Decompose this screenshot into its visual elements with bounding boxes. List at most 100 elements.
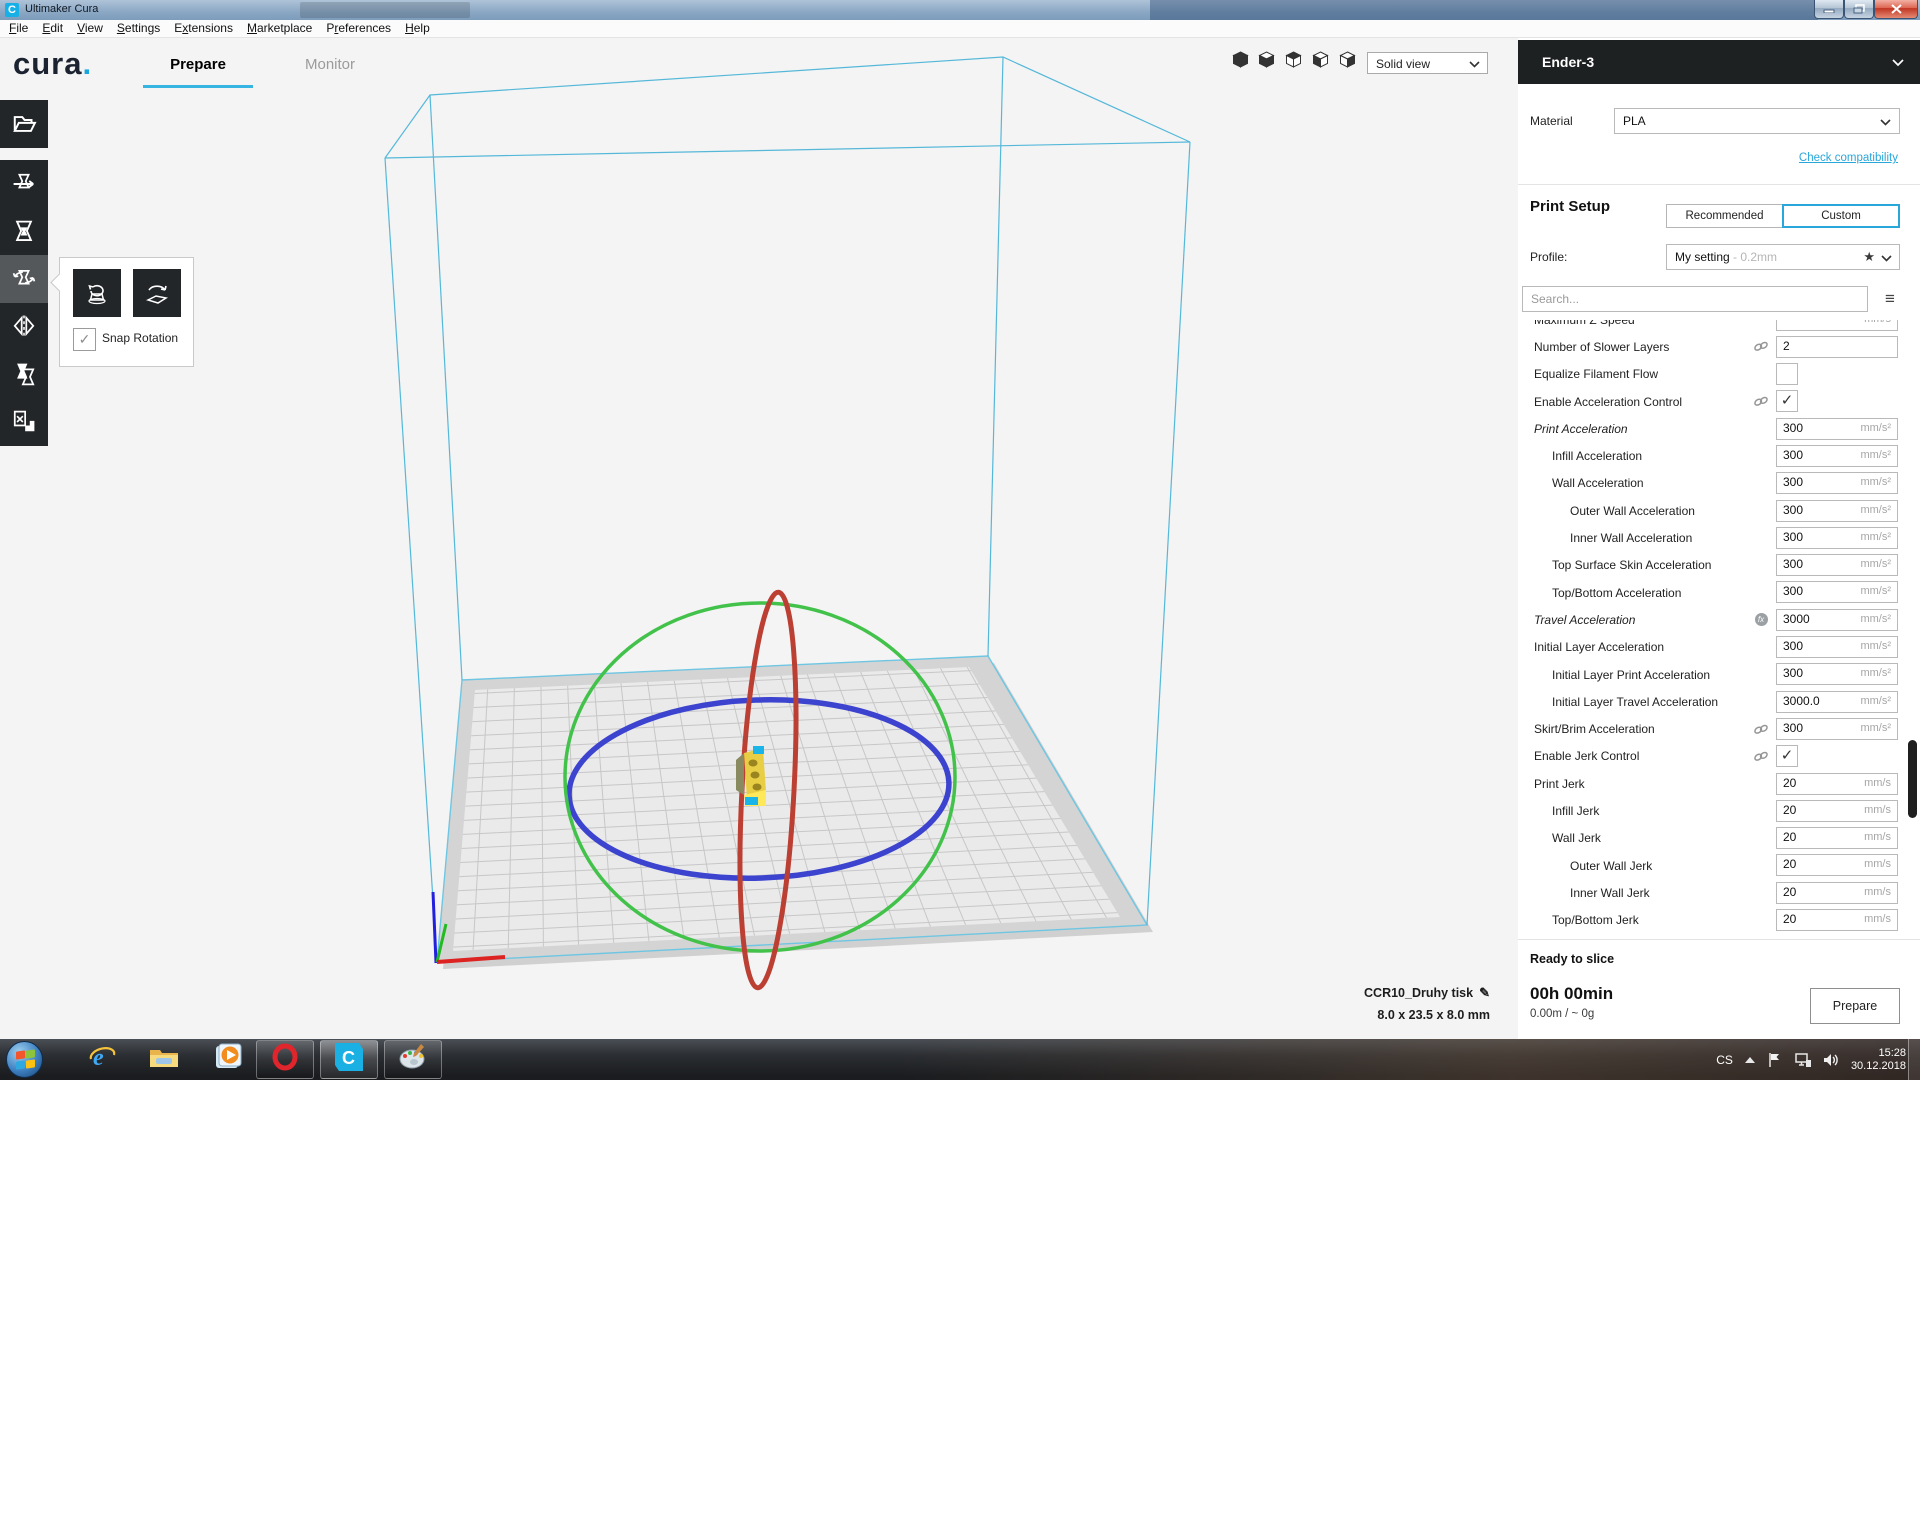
menu-item-preferences[interactable]: Preferences (319, 20, 398, 38)
minimize-button[interactable] (1814, 0, 1844, 19)
setting-unit: mm/s² (1860, 722, 1891, 734)
settings-menu-icon[interactable]: ≡ (1878, 286, 1902, 312)
profile-dropdown[interactable]: My setting - 0.2mm ★ (1666, 244, 1900, 270)
support-blocker-tool-button[interactable] (0, 398, 48, 446)
setting-value-input[interactable]: 300mm/s² (1776, 472, 1898, 494)
setting-value: 3000.0 (1783, 694, 1820, 708)
network-icon[interactable] (1794, 1052, 1812, 1068)
linked-settings-icon[interactable] (1751, 333, 1771, 360)
mirror-tool-button[interactable] (0, 303, 48, 351)
setting-value-input[interactable]: 300mm/s² (1776, 663, 1898, 685)
action-center-flag-icon[interactable] (1767, 1052, 1783, 1068)
linked-settings-icon[interactable] (1751, 743, 1771, 770)
linked-settings-icon[interactable] (1751, 715, 1771, 742)
setting-value-input[interactable]: 300mm/s² (1776, 636, 1898, 658)
edit-name-pencil-icon[interactable]: ✎ (1479, 985, 1490, 1000)
setting-checkbox[interactable]: ✓ (1776, 745, 1798, 767)
printer-selector[interactable]: Ender-3 (1518, 40, 1920, 84)
setting-value-input[interactable]: 20mm/s (1776, 773, 1898, 795)
menu-item-extensions[interactable]: Extensions (167, 20, 240, 38)
recommended-mode-button[interactable]: Recommended (1666, 204, 1783, 228)
menu-item-view[interactable]: View (70, 20, 110, 38)
setting-checkbox[interactable] (1776, 363, 1798, 385)
lay-flat-button[interactable] (133, 269, 181, 317)
taskbar-internet-explorer-button[interactable]: e (84, 1042, 120, 1077)
setting-value-input[interactable]: 300mm/s² (1776, 581, 1898, 603)
view-left-icon[interactable] (1312, 51, 1329, 68)
start-button[interactable] (6, 1041, 43, 1078)
function-value-icon[interactable]: fx (1751, 606, 1771, 633)
maximize-button[interactable] (1844, 0, 1874, 19)
taskbar-media-player-button[interactable] (210, 1042, 246, 1077)
setting-checkbox[interactable]: ✓ (1776, 390, 1798, 412)
show-hidden-icons-arrow[interactable] (1744, 1056, 1756, 1064)
chevron-down-icon (1880, 119, 1891, 126)
open-file-button[interactable] (0, 100, 48, 148)
view-right-icon[interactable] (1339, 51, 1356, 68)
setting-value-input[interactable]: 20mm/s (1776, 800, 1898, 822)
setting-value-input[interactable]: mm/s (1776, 320, 1898, 331)
setting-value-input[interactable]: 20mm/s (1776, 882, 1898, 904)
menu-item-file[interactable]: File (2, 20, 35, 38)
menu-item-marketplace[interactable]: Marketplace (240, 20, 319, 38)
setting-value-input[interactable]: 20mm/s (1776, 854, 1898, 876)
rotate-tool-button[interactable] (0, 255, 48, 303)
language-indicator[interactable]: CS (1716, 1053, 1733, 1067)
close-button[interactable] (1874, 0, 1918, 19)
windows-taskbar: e C CS 15:28 30.12.2018 (0, 1039, 1920, 1080)
setting-value-input[interactable]: 20mm/s (1776, 909, 1898, 931)
view-front-icon[interactable] (1258, 51, 1275, 68)
taskbar-opera-button[interactable] (256, 1040, 314, 1079)
move-tool-button[interactable] (0, 160, 48, 208)
profile-value: My setting (1675, 250, 1730, 264)
setting-value-input[interactable]: 300mm/s² (1776, 527, 1898, 549)
star-icon: ★ (1863, 245, 1875, 269)
scale-tool-button[interactable] (0, 208, 48, 256)
menu-item-settings[interactable]: Settings (110, 20, 167, 38)
volume-icon[interactable] (1823, 1052, 1840, 1068)
close-icon (1891, 4, 1902, 14)
view-3d-icon[interactable] (1232, 51, 1249, 68)
per-model-settings-tool-button[interactable] (0, 350, 48, 398)
setting-row: Initial Layer Print Acceleration300mm/s² (1518, 661, 1920, 688)
setting-value-input[interactable]: 300mm/s² (1776, 500, 1898, 522)
taskbar-cura-button[interactable]: C (320, 1040, 378, 1079)
material-dropdown[interactable]: PLA (1614, 108, 1900, 134)
check-compatibility-link[interactable]: Check compatibility (1799, 152, 1898, 164)
model-name[interactable]: CCR10_Druhy tisk✎ (1240, 985, 1490, 1001)
setting-value-input[interactable]: 300mm/s² (1776, 554, 1898, 576)
taskbar-clock[interactable]: 15:28 30.12.2018 (1851, 1047, 1906, 1073)
setting-value-input[interactable]: 20mm/s (1776, 827, 1898, 849)
menu-item-edit[interactable]: Edit (35, 20, 70, 38)
custom-mode-button[interactable]: Custom (1782, 204, 1900, 228)
setting-value-input[interactable]: 2 (1776, 336, 1898, 358)
tab-monitor[interactable]: Monitor (300, 52, 360, 78)
setting-value-input[interactable]: 300mm/s² (1776, 718, 1898, 740)
setting-value: 2 (1783, 339, 1790, 353)
open-file-icon (9, 109, 39, 139)
linked-settings-icon[interactable] (1751, 388, 1771, 415)
reset-rotation-button[interactable] (73, 269, 121, 317)
tab-prepare[interactable]: Prepare (143, 52, 253, 78)
show-desktop-button[interactable] (1908, 1039, 1920, 1080)
search-input[interactable]: Search... (1522, 286, 1868, 312)
setting-label: Maximum Z Speed (1518, 320, 1635, 327)
setting-value-input[interactable]: 300mm/s² (1776, 418, 1898, 440)
setting-value-input[interactable]: 3000.0mm/s² (1776, 691, 1898, 713)
snap-rotation-checkbox[interactable]: ✓ (73, 328, 96, 351)
view-top-icon[interactable] (1285, 51, 1302, 68)
clock-time: 15:28 (1851, 1047, 1906, 1060)
setting-value: 20 (1783, 830, 1796, 844)
view-mode-dropdown[interactable]: Solid view (1367, 52, 1488, 74)
taskbar-windows-explorer-button[interactable] (146, 1042, 182, 1077)
viewport-3d-scene[interactable] (0, 38, 1518, 1039)
menu-item-help[interactable]: Help (398, 20, 437, 38)
setting-row: Enable Jerk Control✓ (1518, 743, 1920, 770)
settings-scrollbar[interactable] (1908, 740, 1917, 818)
chevron-down-icon (1881, 255, 1892, 262)
prepare-button[interactable]: Prepare (1810, 988, 1900, 1024)
taskbar-paint-button[interactable] (384, 1040, 442, 1079)
setting-value-input[interactable]: 300mm/s² (1776, 445, 1898, 467)
title-bar: C Ultimaker Cura (0, 0, 1920, 21)
setting-value-input[interactable]: 3000mm/s² (1776, 609, 1898, 631)
